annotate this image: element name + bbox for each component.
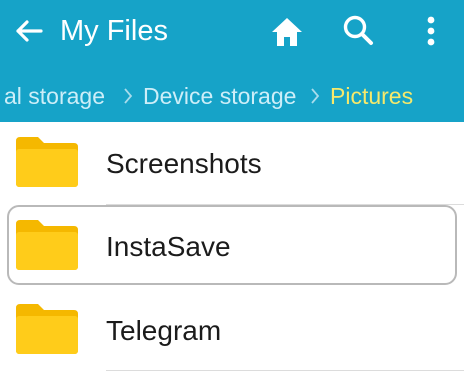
page-title: My Files xyxy=(60,15,168,47)
breadcrumb-item-device-storage[interactable]: Device storage xyxy=(143,82,296,110)
list-item-instasave[interactable]: InstaSave xyxy=(0,206,464,290)
home-icon xyxy=(272,18,302,46)
folder-icon xyxy=(16,304,78,354)
folder-name: Telegram xyxy=(106,315,222,346)
list-item-screenshots[interactable]: Screenshots xyxy=(0,122,464,206)
list-item-telegram[interactable]: Telegram xyxy=(0,290,464,372)
arrow-left-icon xyxy=(16,20,43,42)
breadcrumb-item-internal-storage[interactable]: al storage xyxy=(4,82,105,110)
toolbar: My Files xyxy=(0,0,464,64)
folder-name: InstaSave xyxy=(106,231,231,262)
more-options-button[interactable] xyxy=(418,12,444,50)
back-button[interactable] xyxy=(12,14,46,48)
chevron-right-icon xyxy=(124,88,133,104)
more-vertical-icon xyxy=(427,16,435,46)
home-button[interactable] xyxy=(268,13,306,51)
app-bar: My Files al storage Device storage Pictu… xyxy=(0,0,464,122)
search-button[interactable] xyxy=(339,11,377,49)
chevron-right-icon xyxy=(311,88,320,104)
folder-icon xyxy=(16,137,78,187)
folder-icon xyxy=(16,220,78,270)
breadcrumb: al storage Device storage Pictures xyxy=(0,76,464,116)
breadcrumb-item-pictures[interactable]: Pictures xyxy=(330,82,413,110)
folder-name: Screenshots xyxy=(106,148,262,179)
search-icon xyxy=(343,15,373,45)
divider xyxy=(106,204,464,205)
divider xyxy=(106,370,464,371)
